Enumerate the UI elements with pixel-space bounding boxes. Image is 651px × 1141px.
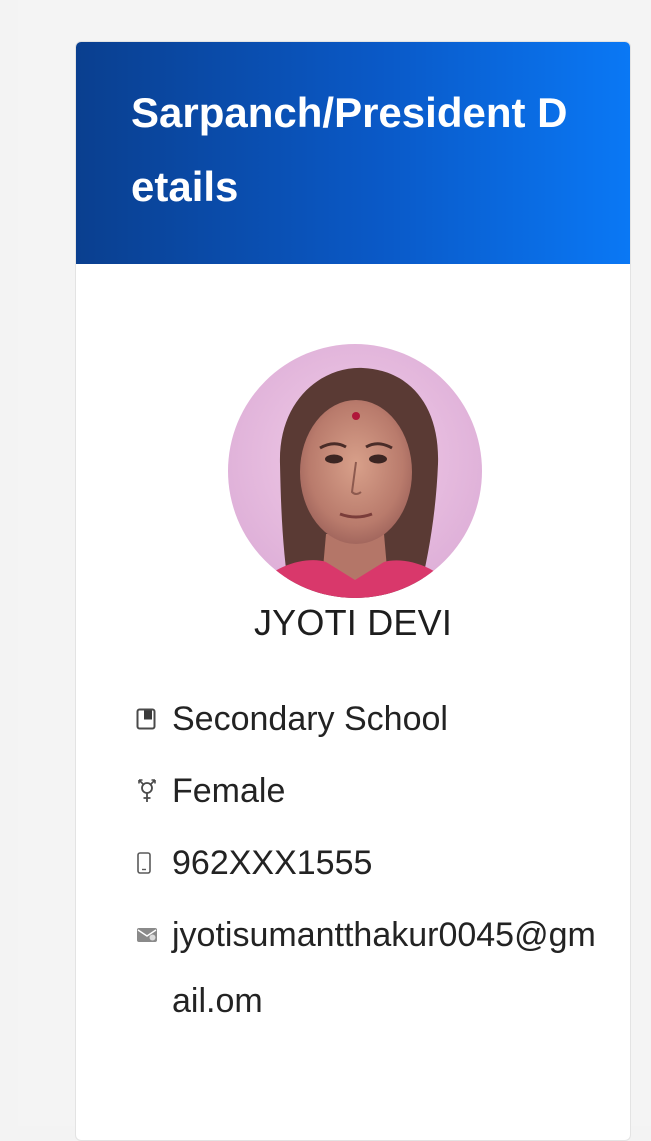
education-text: Secondary School: [172, 700, 448, 738]
sarpanch-details-card: Sarpanch/President Details JYOTI DEVI Se…: [75, 41, 631, 1141]
gender-item: Female: [136, 766, 606, 816]
details-list: Secondary School Female 962XXX1555 jyoti…: [136, 694, 606, 1056]
book-icon: [136, 694, 172, 744]
profile-photo-image: [228, 344, 482, 598]
email-item: jyotisumantthakur0045@gmail.om: [136, 910, 606, 1034]
education-item: Secondary School: [136, 694, 606, 744]
card-header: Sarpanch/President Details: [76, 42, 630, 264]
card-body: JYOTI DEVI Secondary School Female 962XX…: [76, 264, 630, 1140]
avatar: [228, 344, 482, 598]
phone-text[interactable]: 962XXX1555: [172, 838, 606, 888]
phone-item: 962XXX1555: [136, 838, 606, 888]
card-title: Sarpanch/President Details: [131, 89, 568, 210]
mobile-phone-icon: [136, 838, 172, 888]
mail-icon: [136, 910, 172, 960]
profile-name: JYOTI DEVI: [253, 602, 453, 643]
gender-icon: [136, 766, 172, 816]
gender-text: Female: [172, 772, 286, 810]
email-text[interactable]: jyotisumantthakur0045@gmail.om: [172, 902, 606, 1034]
